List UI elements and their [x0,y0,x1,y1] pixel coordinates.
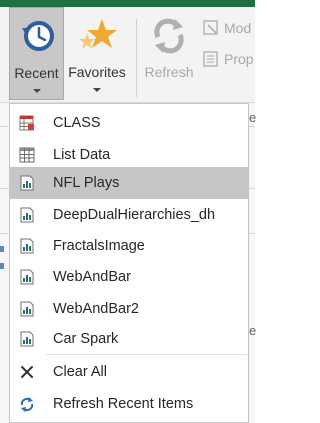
edit-icon [203,20,218,35]
close-icon [21,366,33,378]
refresh-icon [20,397,34,412]
recent-item-label: NFL Plays [53,175,120,191]
selection-marker [0,246,4,252]
properties-label: Prop [224,51,254,67]
recent-item-label: WebAndBar [53,269,131,285]
report-icon [20,207,34,223]
chevron-down-icon [93,88,101,92]
chevron-down-icon [32,89,41,93]
properties-icon [203,51,218,67]
recent-item-webandbar[interactable]: WebAndBar [10,261,248,293]
ribbon: Recent Favorites Refresh Mod Prop [0,7,255,103]
refresh-label: Refresh [144,64,194,80]
recent-item-label: WebAndBar2 [53,301,139,317]
selection-marker [0,263,4,269]
modify-label: Mod [224,20,252,36]
ribbon-divider [136,19,137,97]
report-icon [20,238,34,254]
clear-all-button[interactable]: Clear All [10,356,248,388]
refresh-recent-items-button[interactable]: Refresh Recent Items [10,388,248,420]
clear-all-label: Clear All [53,364,107,380]
recent-item-label: Car Spark [53,331,119,347]
recent-item-label: List Data [53,147,111,163]
recent-button[interactable]: Recent [9,7,64,100]
recent-item-label: CLASS [53,115,101,131]
recent-item-fractalsimage[interactable]: FractalsImage [10,230,248,262]
recent-items-menu: CLASS List Data NFL Plays DeepDualHierar… [9,103,249,423]
refresh-button[interactable]: Refresh [138,7,200,100]
report-icon [20,331,34,347]
clock-icon [21,21,54,51]
refresh-icon [154,18,184,54]
background-text-fragment: e [249,323,257,338]
star-icon [79,19,117,49]
table-icon [19,115,34,131]
background-text-fragment: e [249,110,257,125]
recent-item-car-spark[interactable]: Car Spark [10,323,248,355]
favorites-label: Favorites [68,64,126,80]
menu-separator [46,354,247,355]
grid-icon [19,147,35,163]
recent-item-class[interactable]: CLASS [10,107,248,139]
recent-label: Recent [14,65,59,81]
report-icon [20,269,34,285]
recent-item-deepdualhierarchies[interactable]: DeepDualHierarchies_dh [10,199,248,231]
recent-item-label: DeepDualHierarchies_dh [53,207,216,223]
recent-item-label: FractalsImage [53,238,145,254]
recent-item-webandbar2[interactable]: WebAndBar2 [10,293,248,325]
report-icon [20,301,34,317]
refresh-recent-items-label: Refresh Recent Items [53,396,194,412]
report-icon [20,175,34,191]
title-bar-strip [0,0,255,7]
favorites-button[interactable]: Favorites [64,7,130,100]
recent-item-nfl-plays[interactable]: NFL Plays [10,167,248,199]
